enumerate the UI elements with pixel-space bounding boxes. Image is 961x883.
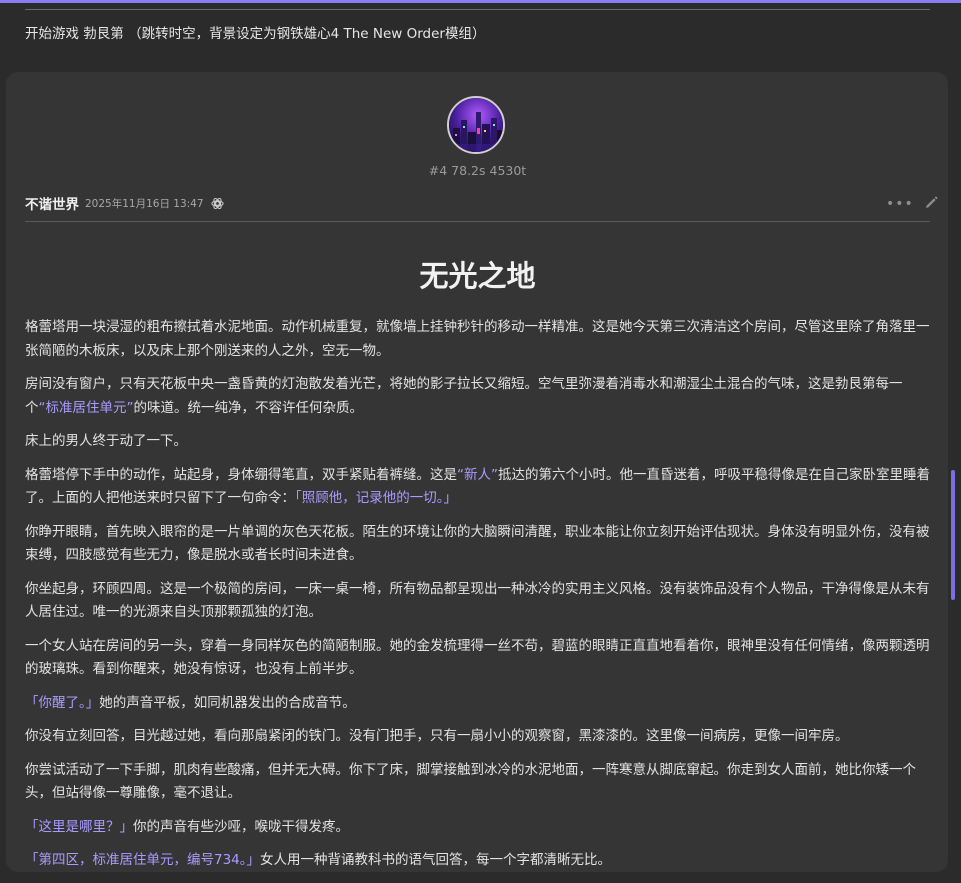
message-actions: ••• (886, 194, 940, 214)
user-message: 开始游戏 勃艮第 （跳转时空，背景设定为钢铁雄心4 The New Order模… (25, 26, 486, 42)
top-accent-bar (0, 0, 961, 3)
paragraph-text: 一个女人站在房间的另一头，穿着一身同样灰色的简陋制服。她的金发梳理得一丝不苟，碧… (25, 637, 930, 678)
highlighted-dialogue: 「这里是哪里？」 (25, 818, 133, 835)
story-paragraph: 「这里是哪里？」你的声音有些沙哑，喉咙干得发疼。 (25, 816, 930, 840)
highlighted-dialogue: 「第四区，标准居住单元，编号734。」 (25, 852, 261, 868)
story-paragraph: 一个女人站在房间的另一头，穿着一身同样灰色的简陋制服。她的金发梳理得一丝不苟，碧… (25, 635, 930, 682)
highlighted-dialogue: “新人” (457, 466, 498, 483)
author-name: 不谐世界 (25, 197, 79, 213)
story-paragraph: 房间没有窗户，只有天花板中央一盏昏黄的灯泡散发着光芒，将她的影子拉长又缩短。空气… (25, 373, 930, 420)
character-avatar[interactable] (447, 96, 505, 154)
header-divider (25, 221, 930, 222)
paragraph-text: 女人用一种背诵教科书的语气回答，每一个字都清晰无比。 (260, 852, 612, 868)
paragraph-text: 你睁开眼睛，首先映入眼帘的是一片单调的灰色天花板。陌生的环境让你的大脑瞬间清醒，… (25, 523, 930, 564)
story-paragraph: 你坐起身，环顾四周。这是一个极简的房间，一床一桌一椅，所有物品都呈现出一种冰冷的… (25, 578, 930, 625)
paragraph-text: 格蕾塔用一块浸湿的粗布擦拭着水泥地面。动作机械重复，就像墙上挂钟秒针的移动一样精… (25, 319, 930, 359)
pencil-icon[interactable] (924, 194, 940, 214)
story-paragraph: 你睁开眼睛，首先映入眼帘的是一片单调的灰色天花板。陌生的环境让你的大脑瞬间清醒，… (25, 521, 930, 568)
paragraph-text: 你的声音有些沙哑，喉咙干得发疼。 (133, 818, 349, 835)
scrollbar-thumb[interactable] (951, 470, 955, 600)
story-paragraph: 你没有立刻回答，目光越过她，看向那扇紧闭的铁门。没有门把手，只有一扇小小的观察窗… (25, 725, 930, 749)
paragraph-text: 你尝试活动了一下手脚，肌肉有些酸痛，但并无大碍。你下了床，脚掌接触到冰冷的水泥地… (25, 761, 916, 802)
paragraph-text: 她的声音平板，如同机器发出的合成音节。 (99, 694, 356, 711)
story-title: 无光之地 (419, 259, 536, 293)
highlighted-dialogue: “标准居住单元” (38, 399, 134, 416)
timestamp: 2025年11月16日 13:47 (85, 197, 204, 210)
paragraph-text: 你没有立刻回答，目光越过她，看向那扇紧闭的铁门。没有门把手，只有一扇小小的观察窗… (25, 728, 849, 744)
author-row: 不谐世界 2025年11月16日 13:47 (25, 193, 225, 213)
story-paragraph: 床上的男人终于动了一下。 (25, 430, 930, 454)
paragraph-text: 床上的男人终于动了一下。 (25, 433, 187, 449)
story-paragraph: 你尝试活动了一下手脚，肌肉有些酸痛，但并无大碍。你下了床，脚掌接触到冰冷的水泥地… (25, 759, 930, 806)
story-content: 格蕾塔用一块浸湿的粗布擦拭着水泥地面。动作机械重复，就像墙上挂钟秒针的移动一样精… (25, 316, 930, 883)
story-paragraph: 格蕾塔用一块浸湿的粗布擦拭着水泥地面。动作机械重复，就像墙上挂钟秒针的移动一样精… (25, 316, 930, 363)
paragraph-text: 的味道。统一纯净，不容许任何杂质。 (133, 399, 364, 416)
story-paragraph: 格蕾塔停下手中的动作，站起身，身体绷得笔直，双手紧贴着裤缝。这是“新人”抵达的第… (25, 464, 930, 511)
top-divider (25, 9, 930, 10)
highlighted-dialogue: 「照顾他，记录他的一切。」 (295, 490, 457, 506)
story-paragraph: 「你醒了。」她的声音平板，如同机器发出的合成音节。 (25, 692, 930, 716)
message-meta: #4 78.2s 4530t (428, 163, 527, 178)
paragraph-text: 你坐起身，环顾四周。这是一个极简的房间，一床一桌一椅，所有物品都呈现出一种冰冷的… (25, 580, 930, 621)
openai-logo-icon (210, 196, 225, 211)
more-options-icon[interactable]: ••• (886, 197, 914, 211)
highlighted-dialogue: 「你醒了。」 (25, 694, 100, 711)
paragraph-text: 格蕾塔停下手中的动作，站起身，身体绷得笔直，双手紧贴着裤缝。这是 (25, 466, 457, 483)
